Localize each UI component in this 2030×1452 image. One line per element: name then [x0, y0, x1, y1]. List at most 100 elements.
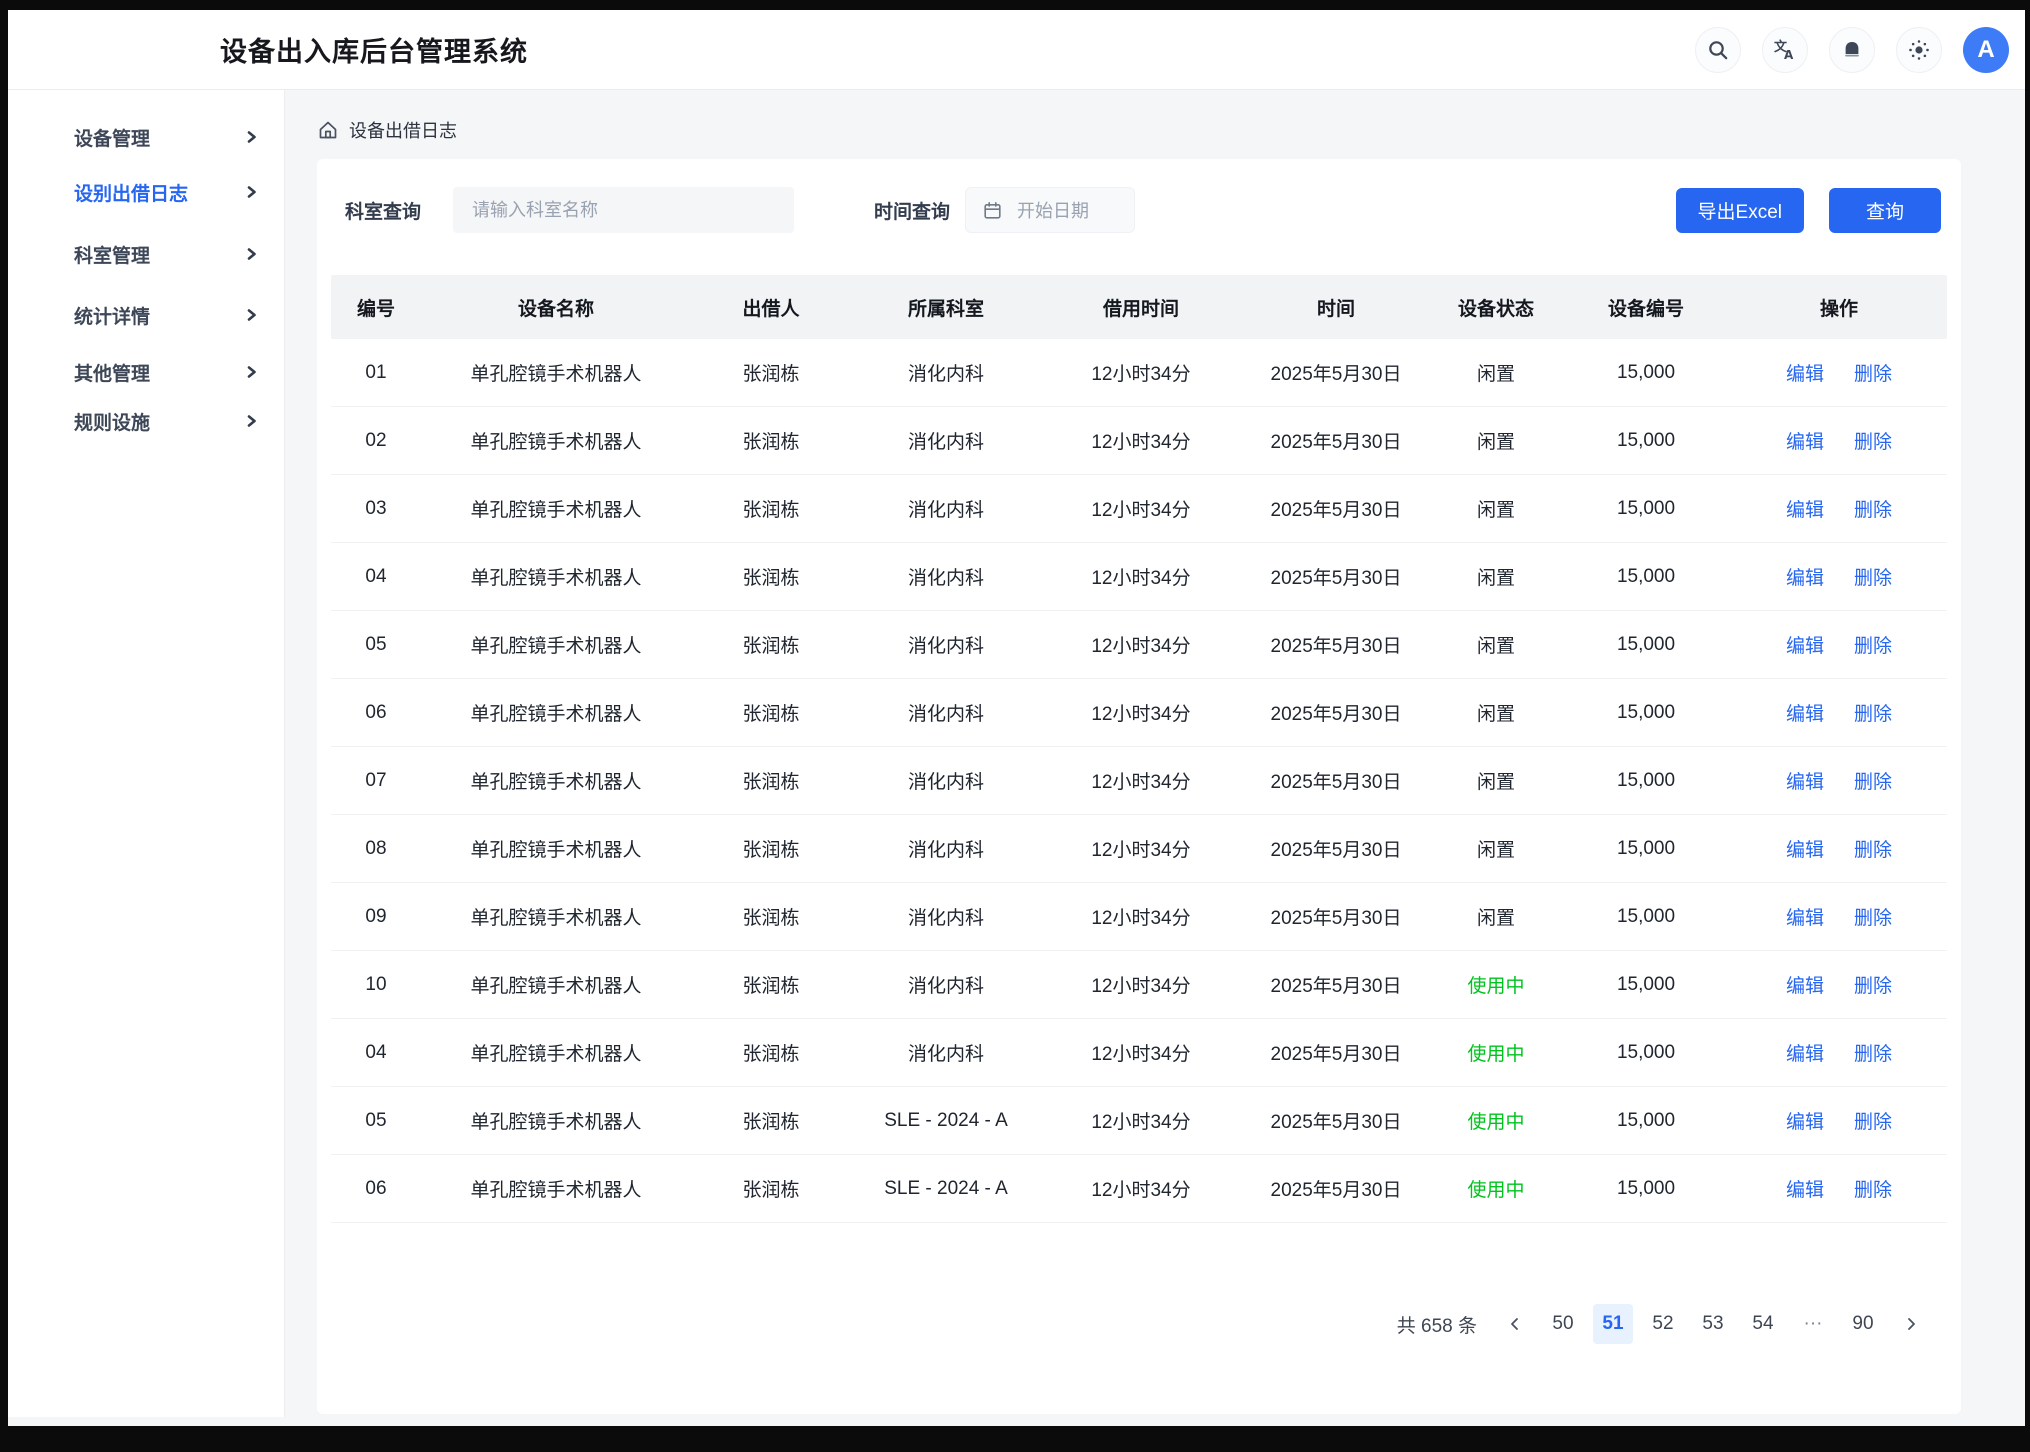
lender: 张润栋	[691, 699, 851, 726]
breadcrumb[interactable]: 设备出借日志	[317, 115, 1961, 145]
theme-icon	[1907, 38, 1931, 62]
page-button[interactable]: 54	[1743, 1304, 1783, 1344]
row-actions: 编辑 删除	[1731, 903, 1947, 930]
edit-link[interactable]: 编辑	[1786, 1175, 1824, 1202]
borrow-duration: 12小时34分	[1041, 631, 1241, 658]
page-button[interactable]: 51	[1593, 1304, 1633, 1344]
table-row: 05单孔腔镜手术机器人张润栋SLE - 2024 - A12小时34分2025年…	[331, 1087, 1947, 1155]
borrow-duration: 12小时34分	[1041, 1175, 1241, 1202]
sidebar-item[interactable]: 设备管理	[8, 115, 284, 159]
delete-link[interactable]: 删除	[1854, 835, 1892, 862]
sidebar-item[interactable]: 科室管理	[8, 232, 284, 276]
chevron-left-icon	[1508, 1317, 1522, 1331]
delete-link[interactable]: 删除	[1854, 1039, 1892, 1066]
device-code: 15,000	[1561, 1178, 1731, 1200]
edit-link[interactable]: 编辑	[1786, 1107, 1824, 1134]
delete-link[interactable]: 删除	[1854, 359, 1892, 386]
theme-button[interactable]	[1896, 27, 1942, 73]
date: 2025年5月30日	[1241, 631, 1431, 658]
edit-link[interactable]: 编辑	[1786, 1039, 1824, 1066]
row-no: 03	[331, 498, 421, 520]
page-button[interactable]: 50	[1543, 1304, 1583, 1344]
page-button[interactable]: 52	[1643, 1304, 1683, 1344]
row-no: 04	[331, 1042, 421, 1064]
notifications-button[interactable]	[1829, 27, 1875, 73]
filter-bar: 科室查询 时间查询 开始日期	[331, 187, 1947, 233]
export-excel-button[interactable]: 导出Excel	[1676, 188, 1804, 233]
department: 消化内科	[851, 767, 1041, 794]
row-actions: 编辑 删除	[1731, 767, 1947, 794]
edit-link[interactable]: 编辑	[1786, 427, 1824, 454]
device-name: 单孔腔镜手术机器人	[421, 631, 691, 658]
search-button[interactable]	[1695, 27, 1741, 73]
date: 2025年5月30日	[1241, 359, 1431, 386]
sidebar-item-label: 其他管理	[74, 359, 150, 386]
borrow-duration: 12小时34分	[1041, 699, 1241, 726]
page-button[interactable]: 53	[1693, 1304, 1733, 1344]
delete-link[interactable]: 删除	[1854, 971, 1892, 998]
device-status: 闲置	[1431, 699, 1561, 726]
row-no: 05	[331, 634, 421, 656]
device-name: 单孔腔镜手术机器人	[421, 427, 691, 454]
device-code: 15,000	[1561, 362, 1731, 384]
delete-link[interactable]: 删除	[1854, 427, 1892, 454]
table-row: 07单孔腔镜手术机器人张润栋消化内科12小时34分2025年5月30日闲置15,…	[331, 747, 1947, 815]
sidebar-item-label: 科室管理	[74, 241, 150, 268]
dept-search-input[interactable]	[453, 187, 794, 233]
delete-link[interactable]: 删除	[1854, 563, 1892, 590]
edit-link[interactable]: 编辑	[1786, 495, 1824, 522]
date: 2025年5月30日	[1241, 835, 1431, 862]
device-code: 15,000	[1561, 702, 1731, 724]
row-actions: 编辑 删除	[1731, 699, 1947, 726]
page-button[interactable]: 90	[1843, 1304, 1883, 1344]
borrow-duration: 12小时34分	[1041, 903, 1241, 930]
device-status: 闲置	[1431, 427, 1561, 454]
edit-link[interactable]: 编辑	[1786, 835, 1824, 862]
column-header: 出借人	[691, 294, 851, 321]
edit-link[interactable]: 编辑	[1786, 359, 1824, 386]
delete-link[interactable]: 删除	[1854, 495, 1892, 522]
delete-link[interactable]: 删除	[1854, 699, 1892, 726]
edit-link[interactable]: 编辑	[1786, 563, 1824, 590]
device-code: 15,000	[1561, 430, 1731, 452]
device-code: 15,000	[1561, 1110, 1731, 1132]
delete-link[interactable]: 删除	[1854, 1175, 1892, 1202]
edit-link[interactable]: 编辑	[1786, 903, 1824, 930]
edit-link[interactable]: 编辑	[1786, 699, 1824, 726]
edit-link[interactable]: 编辑	[1786, 767, 1824, 794]
row-actions: 编辑 删除	[1731, 1039, 1947, 1066]
start-date-picker[interactable]: 开始日期	[965, 187, 1135, 233]
delete-link[interactable]: 删除	[1854, 631, 1892, 658]
lender: 张润栋	[691, 903, 851, 930]
device-code: 15,000	[1561, 566, 1731, 588]
sidebar-item[interactable]: 统计详情	[8, 293, 284, 337]
column-header: 设备名称	[421, 294, 691, 321]
delete-link[interactable]: 删除	[1854, 767, 1892, 794]
page-title: 设备出入库后台管理系统	[220, 30, 528, 69]
next-page-button[interactable]	[1893, 1306, 1929, 1342]
device-name: 单孔腔镜手术机器人	[421, 699, 691, 726]
edit-link[interactable]: 编辑	[1786, 971, 1824, 998]
language-button[interactable]: 文 A	[1762, 27, 1808, 73]
delete-link[interactable]: 删除	[1854, 903, 1892, 930]
delete-link[interactable]: 删除	[1854, 1107, 1892, 1134]
device-status: 使用中	[1431, 1107, 1561, 1134]
prev-page-button[interactable]	[1497, 1306, 1533, 1342]
header-actions: 文 A	[1695, 27, 2009, 73]
sidebar-item[interactable]: 规则设施	[8, 399, 284, 443]
lender: 张润栋	[691, 359, 851, 386]
device-name: 单孔腔镜手术机器人	[421, 1039, 691, 1066]
row-no: 07	[331, 770, 421, 792]
borrow-duration: 12小时34分	[1041, 563, 1241, 590]
borrow-duration: 12小时34分	[1041, 767, 1241, 794]
user-avatar[interactable]: A	[1963, 27, 2009, 73]
edit-link[interactable]: 编辑	[1786, 631, 1824, 658]
date: 2025年5月30日	[1241, 971, 1431, 998]
breadcrumb-label: 设备出借日志	[349, 117, 457, 143]
sidebar-item[interactable]: 设别出借日志	[8, 170, 284, 214]
sidebar-item[interactable]: 其他管理	[8, 350, 284, 394]
table-row: 10单孔腔镜手术机器人张润栋消化内科12小时34分2025年5月30日使用中15…	[331, 951, 1947, 1019]
calendar-icon	[983, 201, 1002, 220]
search-query-button[interactable]: 查询	[1829, 188, 1941, 233]
device-status: 使用中	[1431, 1039, 1561, 1066]
